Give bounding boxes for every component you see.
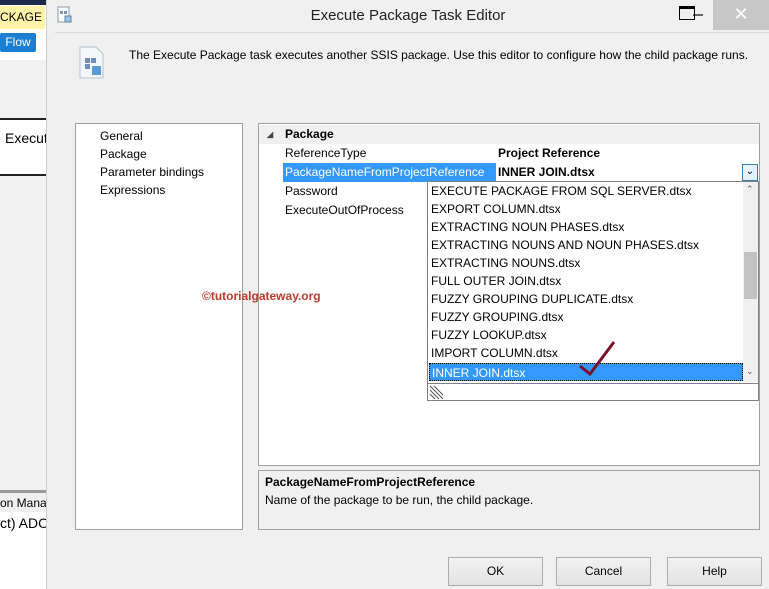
ado-connection[interactable]: ct) ADO [0, 515, 46, 531]
nav-list: General Package Parameter bindings Expre… [75, 123, 243, 530]
help-panel: PackageNameFromProjectReference Name of … [258, 470, 760, 530]
checkmark-annotation-icon [579, 341, 616, 377]
list-item[interactable]: FULL OUTER JOIN.dtsx [429, 272, 743, 290]
nav-item-parameter-bindings[interactable]: Parameter bindings [100, 163, 242, 181]
nav-item-general[interactable]: General [100, 127, 242, 145]
list-item[interactable]: EXTRACTING NOUN PHASES.dtsx [429, 218, 743, 236]
scroll-up-icon[interactable]: ⌃ [746, 184, 754, 195]
execute-package-task-shape[interactable]: Execut Packag [0, 118, 46, 176]
window-title: Execute Package Task Editor [47, 0, 769, 32]
property-name: ReferenceType [285, 146, 367, 160]
header-description: The Execute Package task executes anothe… [129, 48, 749, 62]
cancel-button[interactable]: Cancel [556, 557, 651, 586]
list-item[interactable]: FUZZY GROUPING.dtsx [429, 308, 743, 326]
maximize-button[interactable] [679, 6, 695, 20]
app-icon [57, 6, 72, 23]
nav-item-package[interactable]: Package [100, 145, 242, 163]
resize-grip-icon [429, 385, 444, 400]
collapse-icon[interactable]: ◢ [267, 125, 273, 144]
scrollbar-thumb[interactable] [744, 252, 757, 299]
category-package[interactable]: ◢ Package [259, 125, 759, 144]
watermark: ©tutorialgateway.org [202, 289, 321, 303]
list-item[interactable]: EXTRACTING NOUNS.dtsx [429, 254, 743, 272]
category-label: Package [285, 127, 334, 141]
property-name: PackageNameFromProjectReference [283, 163, 496, 182]
package-name-value[interactable]: INNER JOIN.dtsx [498, 163, 595, 182]
ok-button[interactable]: OK [448, 557, 543, 586]
background-designer: CKAGE F Flow Execut Packag on Mana ct) A… [0, 0, 47, 589]
title-separator [55, 32, 769, 33]
property-row-selected[interactable]: PackageNameFromProjectReference INNER JOI… [259, 163, 759, 182]
connection-managers-tab[interactable]: on Mana [0, 490, 46, 512]
help-text: Name of the package to be run, the child… [265, 493, 534, 507]
dropdown-button[interactable]: ⌄ [742, 164, 758, 181]
background-bar [0, 0, 46, 5]
list-item[interactable]: EXPORT COLUMN.dtsx [429, 200, 743, 218]
property-row[interactable]: ReferenceType Project Reference [259, 144, 759, 163]
background-package-tab[interactable]: CKAGE F [0, 6, 45, 29]
package-icon [79, 46, 104, 79]
property-value: Project Reference [498, 146, 601, 160]
close-button[interactable]: ✕ [713, 0, 769, 30]
list-item[interactable]: EXECUTE PACKAGE FROM SQL SERVER.dtsx [429, 182, 743, 200]
resize-grip[interactable] [428, 383, 758, 400]
list-item[interactable]: EXTRACTING NOUNS AND NOUN PHASES.dtsx [429, 236, 743, 254]
help-button[interactable]: Help [667, 557, 762, 586]
control-flow-tab[interactable]: Flow [0, 33, 36, 52]
list-item[interactable]: FUZZY GROUPING DUPLICATE.dtsx [429, 290, 743, 308]
nav-item-expressions[interactable]: Expressions [100, 181, 242, 199]
help-title: PackageNameFromProjectReference [265, 475, 476, 489]
scroll-down-icon[interactable]: ⌄ [746, 366, 754, 377]
